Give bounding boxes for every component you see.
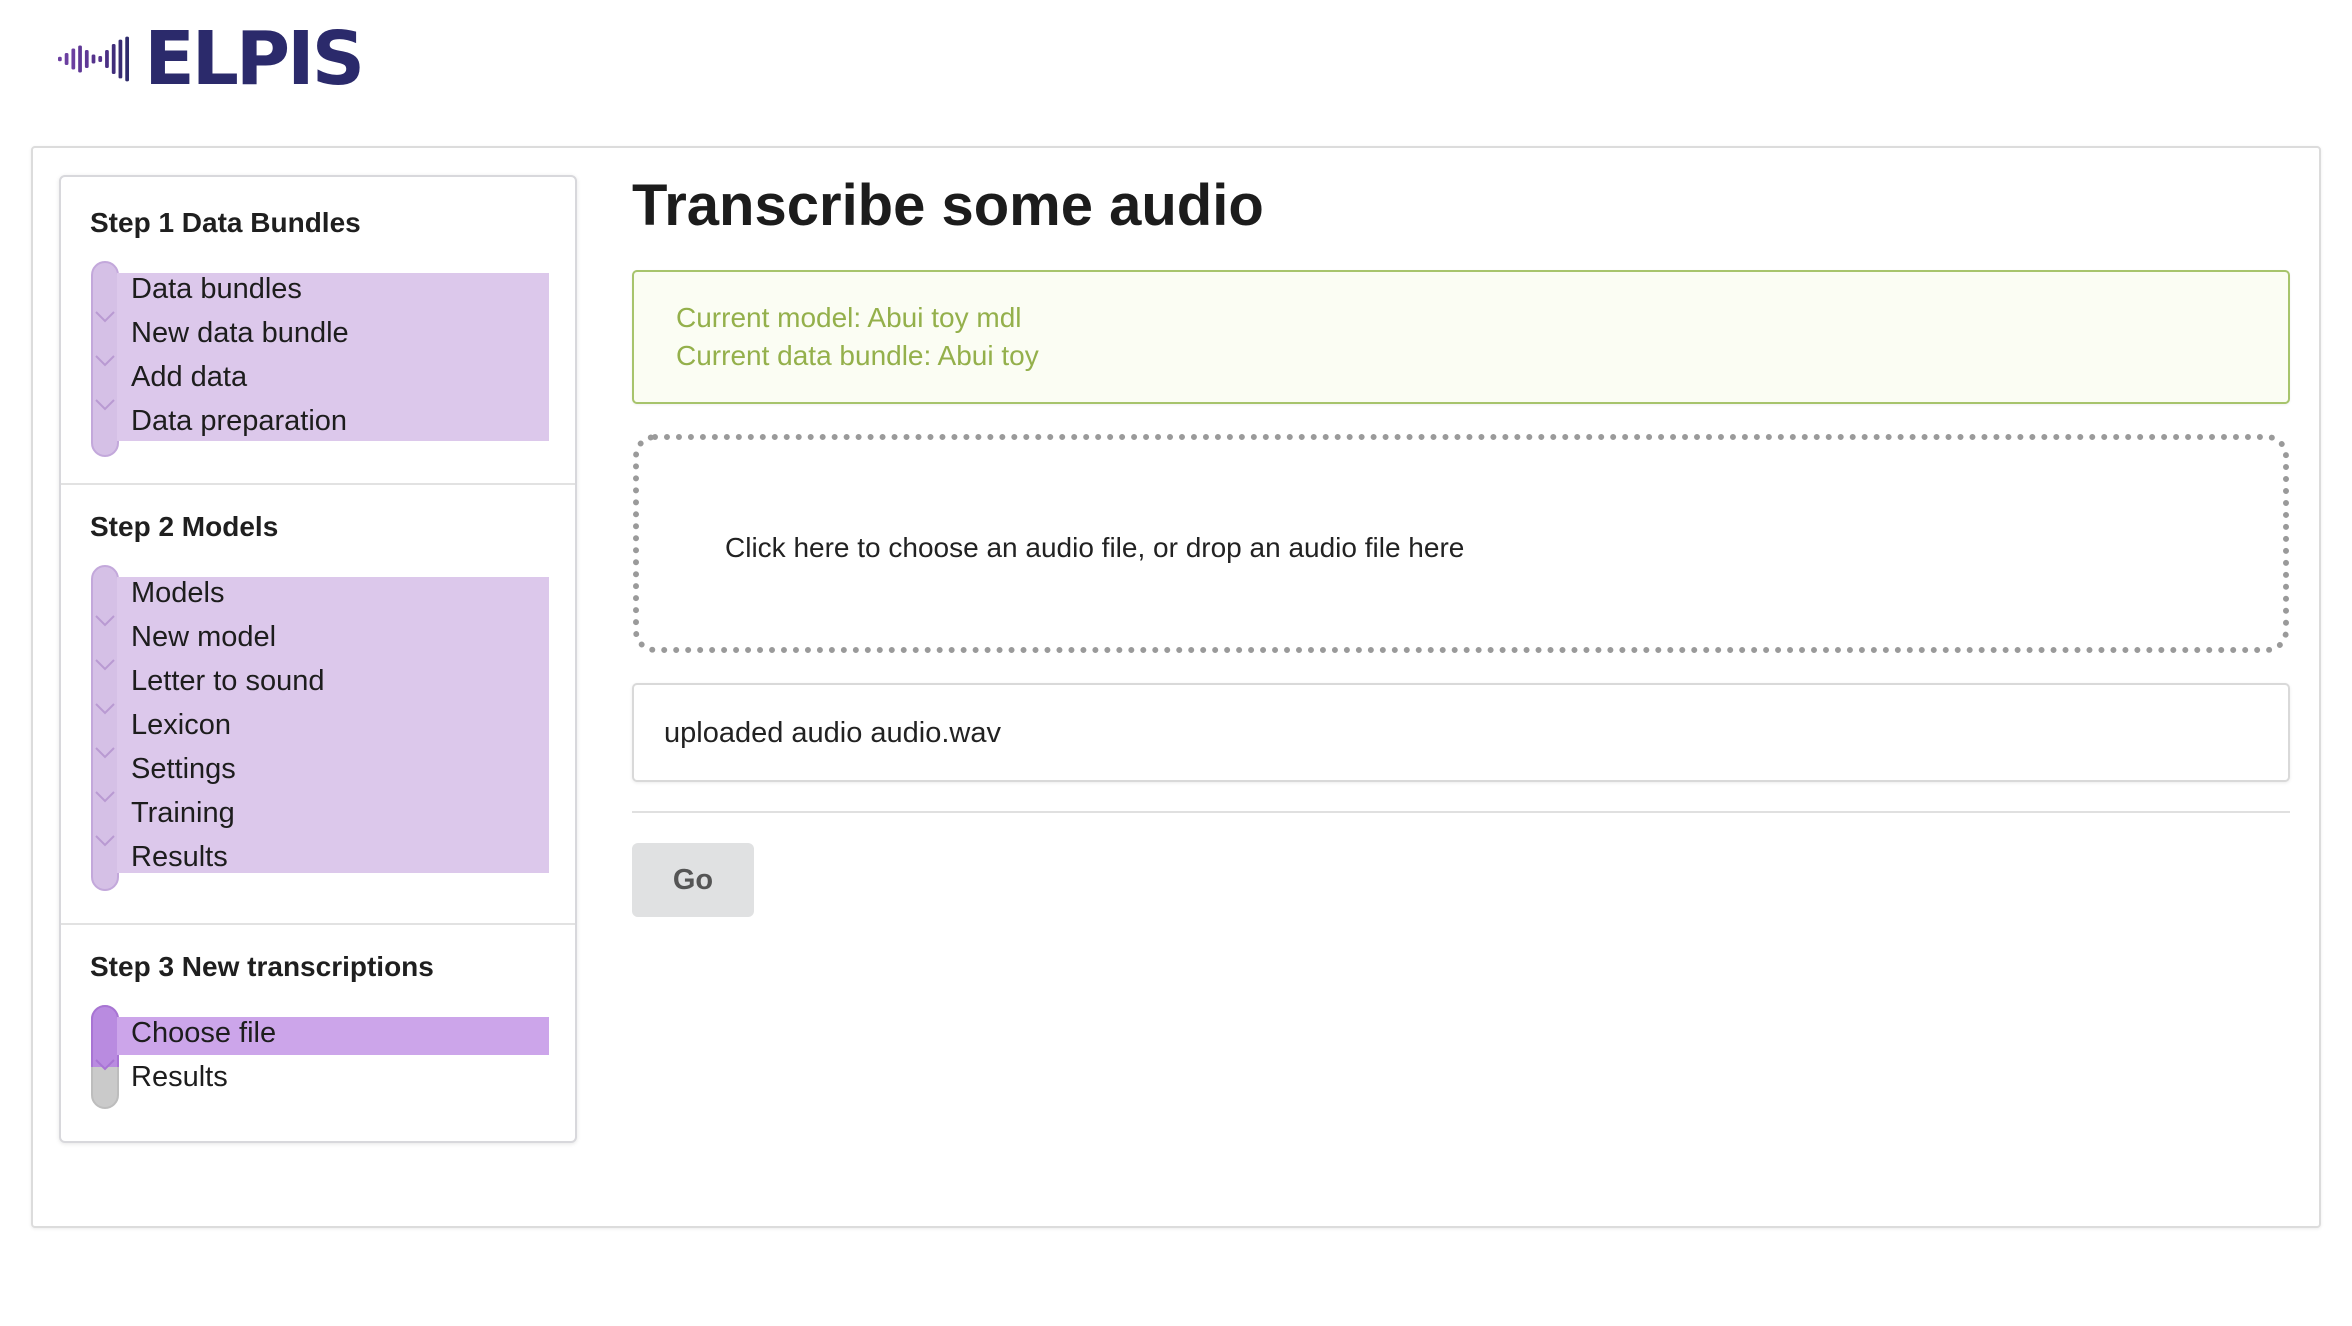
current-model-text: Current model: Abui toy mdl [676, 302, 1022, 333]
step-2-section: Step 2 Models Models New model Letter to… [61, 483, 575, 923]
chevron-down-icon [95, 615, 115, 627]
step-2-title: Step 2 Models [90, 511, 279, 542]
sidebar-item-model-results[interactable]: Results [131, 841, 228, 874]
uploaded-file-text: uploaded audio audio.wav [664, 717, 1001, 749]
logo-wordmark: ELPIS [144, 16, 365, 102]
sidebar-item-models[interactable]: Models [131, 577, 225, 610]
chevron-down-icon [95, 311, 115, 323]
sidebar-item-add-data[interactable]: Add data [131, 361, 247, 394]
sidebar-item-letter-to-sound[interactable]: Letter to sound [131, 665, 324, 698]
chevron-down-icon [95, 659, 115, 671]
step-1-section: Step 1 Data Bundles Data bundles New dat… [61, 177, 575, 483]
step-3-list: Choose file Results [91, 1005, 549, 1109]
current-selection-info: Current model: Abui toy mdl Current data… [632, 270, 2290, 404]
sidebar-item-data-preparation[interactable]: Data preparation [131, 405, 347, 438]
chevron-down-icon [95, 399, 115, 411]
sidebar-item-settings[interactable]: Settings [131, 753, 236, 786]
sidebar-item-training[interactable]: Training [131, 797, 235, 830]
chevron-down-icon [95, 835, 115, 847]
step-2-list: Models New model Letter to sound Lexicon… [91, 565, 549, 891]
chevron-down-icon [95, 1059, 115, 1071]
sidebar-item-new-data-bundle[interactable]: New data bundle [131, 317, 349, 350]
step-1-title: Step 1 Data Bundles [90, 207, 361, 238]
uploaded-file-box: uploaded audio audio.wav [632, 683, 2290, 782]
chevron-down-icon [95, 703, 115, 715]
chevron-down-icon [95, 747, 115, 759]
sidebar-item-data-bundles[interactable]: Data bundles [131, 273, 302, 306]
audio-file-dropzone[interactable]: Click here to choose an audio file, or d… [633, 434, 2289, 653]
chevron-down-icon [95, 791, 115, 803]
sidebar-item-lexicon[interactable]: Lexicon [131, 709, 231, 742]
step-3-title: Step 3 New transcriptions [90, 951, 434, 982]
sidebar-item-new-model[interactable]: New model [131, 621, 276, 654]
step-3-section: Step 3 New transcriptions Choose file Re… [61, 923, 575, 1141]
page-title: Transcribe some audio [632, 173, 1264, 238]
waveform-icon [58, 36, 130, 82]
steps-sidebar: Step 1 Data Bundles Data bundles New dat… [59, 175, 577, 1143]
dropzone-label: Click here to choose an audio file, or d… [725, 532, 1465, 563]
go-button[interactable]: Go [632, 843, 754, 917]
sidebar-item-choose-file[interactable]: Choose file [131, 1017, 276, 1050]
elpis-logo: ELPIS [58, 16, 365, 102]
chevron-down-icon [95, 355, 115, 367]
sidebar-item-transcription-results[interactable]: Results [131, 1061, 228, 1094]
divider [632, 811, 2290, 813]
current-data-bundle-text: Current data bundle: Abui toy [676, 340, 1039, 371]
step-1-list: Data bundles New data bundle Add data Da… [91, 261, 549, 457]
